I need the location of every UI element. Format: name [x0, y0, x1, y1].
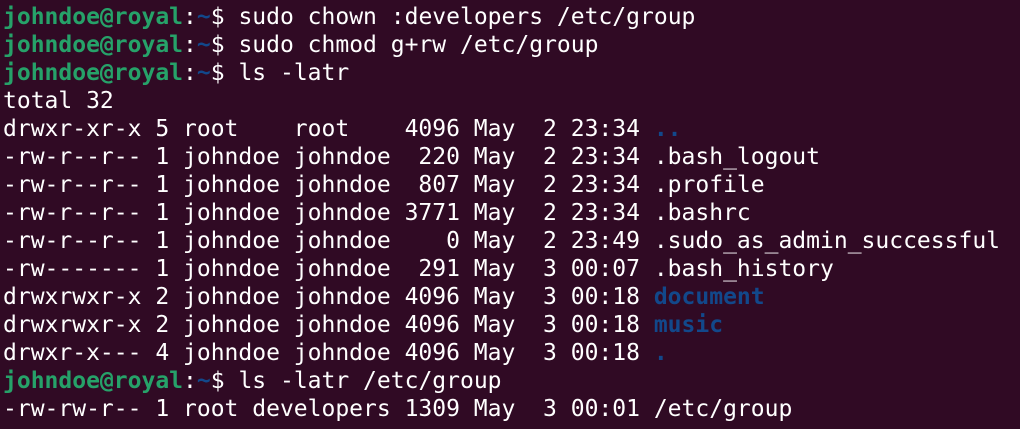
command-line: johndoe@royal:~$ ls -latr: [3, 59, 1020, 87]
file-name: .bashrc: [653, 200, 751, 226]
prompt-symbol: $: [210, 32, 239, 58]
prompt-colon: :: [183, 4, 197, 30]
file-metadata: drwxrwxr-x 2 johndoe johndoe 4096 May 3 …: [3, 312, 654, 338]
file-metadata: drwxr-x--- 4 johndoe johndoe 4096 May 3 …: [3, 340, 654, 366]
listing-row: drwxr-xr-x 5 root root 4096 May 2 23:34 …: [3, 115, 1020, 143]
file-metadata: -rw------- 1 johndoe johndoe 291 May 3 0…: [3, 256, 654, 282]
listing-row: -rw------- 1 johndoe johndoe 291 May 3 0…: [3, 255, 1020, 283]
prompt-user-host: johndoe@royal: [3, 60, 184, 86]
output-text: total 32: [3, 88, 114, 114]
file-metadata: -rw-r--r-- 1 johndoe johndoe 807 May 2 2…: [3, 172, 654, 198]
prompt-colon: :: [183, 60, 197, 86]
command-line: johndoe@royal:~$ ls -latr /etc/group: [3, 367, 1020, 395]
file-name: .sudo_as_admin_successful: [653, 228, 1001, 254]
command-line: johndoe@royal:~$ sudo chown :developers …: [3, 3, 1020, 31]
command-text: sudo chmod g+rw /etc/group: [238, 32, 599, 58]
prompt-symbol: $: [210, 368, 239, 394]
listing-row: drwxrwxr-x 2 johndoe johndoe 4096 May 3 …: [3, 283, 1020, 311]
prompt-symbol: $: [210, 60, 239, 86]
file-metadata: drwxrwxr-x 2 johndoe johndoe 4096 May 3 …: [3, 284, 654, 310]
listing-row: -rw-r--r-- 1 johndoe johndoe 807 May 2 2…: [3, 171, 1020, 199]
file-metadata: -rw-r--r-- 1 johndoe johndoe 0 May 2 23:…: [3, 228, 654, 254]
directory-name: music: [653, 312, 724, 338]
directory-name: document: [653, 284, 765, 310]
prompt-path: ~: [196, 368, 211, 394]
prompt-colon: :: [183, 32, 197, 58]
file-name: .bash_logout: [653, 144, 820, 170]
terminal-window[interactable]: johndoe@royal:~$ sudo chown :developers …: [0, 0, 1020, 429]
prompt-path: ~: [196, 60, 211, 86]
prompt-symbol: $: [210, 4, 239, 30]
file-metadata: -rw-r--r-- 1 johndoe johndoe 220 May 2 2…: [3, 144, 654, 170]
directory-name: .: [653, 340, 668, 366]
file-name: .bash_history: [653, 256, 834, 282]
prompt-path: ~: [196, 32, 211, 58]
prompt-user-host: johndoe@royal: [3, 4, 184, 30]
command-line: johndoe@royal:~$ sudo chmod g+rw /etc/gr…: [3, 31, 1020, 59]
file-metadata: -rw-r--r-- 1 johndoe johndoe 3771 May 2 …: [3, 200, 654, 226]
command-text: ls -latr /etc/group: [238, 368, 502, 394]
prompt-user-host: johndoe@royal: [3, 368, 184, 394]
file-name: /etc/group: [653, 396, 793, 422]
prompt-user-host: johndoe@royal: [3, 32, 184, 58]
prompt-colon: :: [183, 368, 197, 394]
directory-name: ..: [653, 116, 682, 142]
prompt-path: ~: [196, 4, 211, 30]
file-metadata: drwxr-xr-x 5 root root 4096 May 2 23:34: [3, 116, 654, 142]
listing-row: -rw-r--r-- 1 johndoe johndoe 0 May 2 23:…: [3, 227, 1020, 255]
command-text: ls -latr: [238, 60, 350, 86]
command-text: sudo chown :developers /etc/group: [238, 4, 696, 30]
listing-row: -rw-r--r-- 1 johndoe johndoe 3771 May 2 …: [3, 199, 1020, 227]
listing-row: -rw-rw-r-- 1 root developers 1309 May 3 …: [3, 395, 1020, 423]
output-line: total 32: [3, 87, 1020, 115]
file-metadata: -rw-rw-r-- 1 root developers 1309 May 3 …: [3, 396, 654, 422]
file-name: .profile: [653, 172, 765, 198]
listing-row: -rw-r--r-- 1 johndoe johndoe 220 May 2 2…: [3, 143, 1020, 171]
listing-row: drwxrwxr-x 2 johndoe johndoe 4096 May 3 …: [3, 311, 1020, 339]
listing-row: drwxr-x--- 4 johndoe johndoe 4096 May 3 …: [3, 339, 1020, 367]
